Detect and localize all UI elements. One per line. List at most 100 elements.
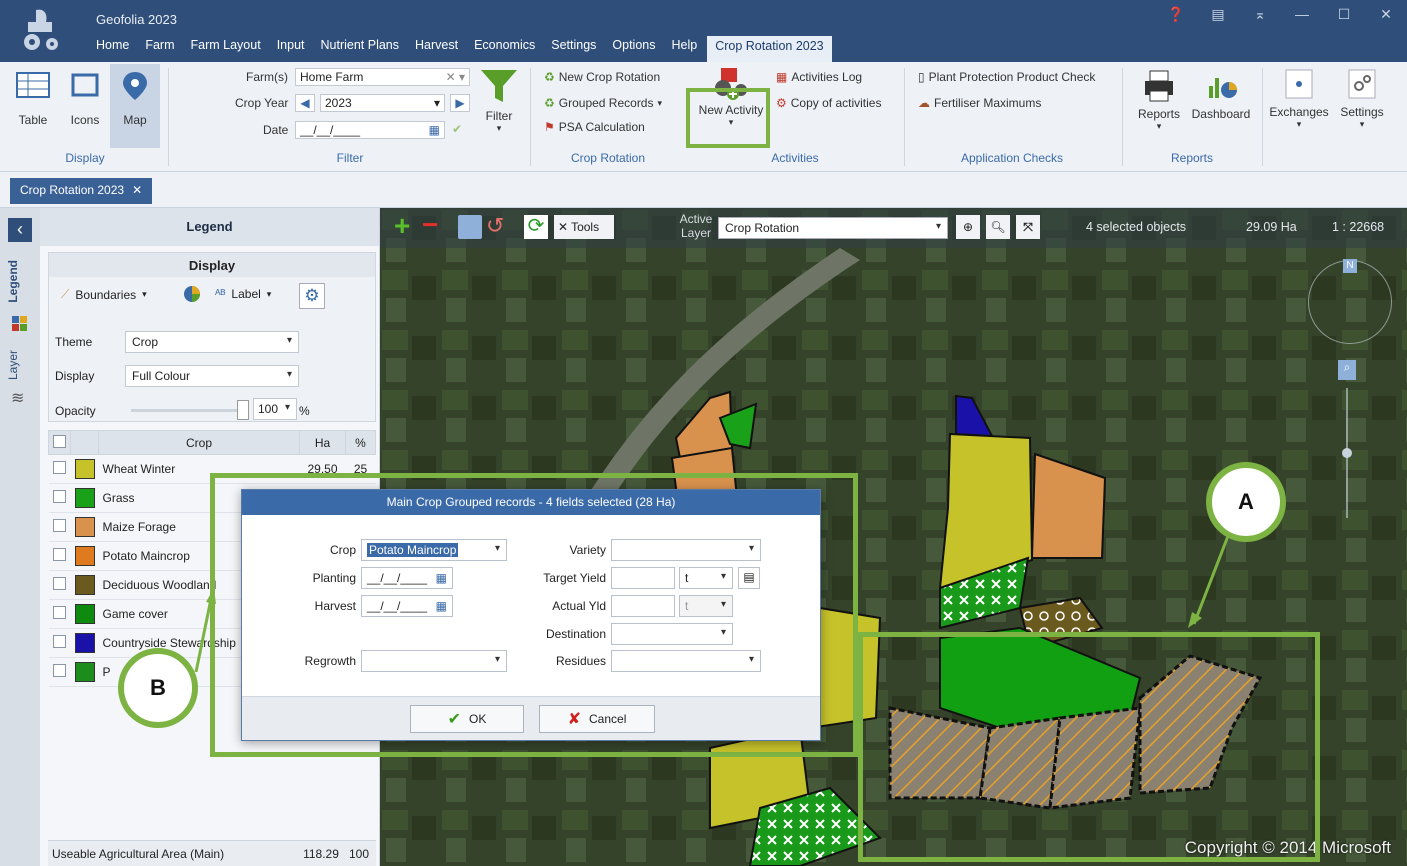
active-layer-select[interactable]: Crop Rotation <box>718 217 948 239</box>
row-checkbox[interactable] <box>53 664 66 677</box>
opacity-slider-thumb[interactable] <box>237 400 249 420</box>
refresh-icon[interactable]: ⟳ <box>524 215 548 239</box>
menu-input[interactable]: Input <box>269 36 313 56</box>
new-crop-rotation-button[interactable]: ♻ New Crop Rotation <box>544 70 660 84</box>
layers-icon[interactable]: ≋ <box>11 388 24 408</box>
collapse-panel-icon[interactable]: ‹ <box>8 218 32 242</box>
pie-chart-icon[interactable] <box>183 285 201 303</box>
separator <box>1122 68 1123 166</box>
north-indicator: N <box>1343 259 1357 273</box>
zoom-slider-thumb[interactable] <box>1342 448 1352 458</box>
harvest-date-field[interactable]: __/__/____ ▦ <box>361 595 453 617</box>
checkmark-icon[interactable]: ✔ <box>452 122 462 136</box>
actual-yld-unit-select[interactable]: t <box>679 595 733 617</box>
target-yield-unit-select[interactable]: t <box>679 567 733 589</box>
undo-icon[interactable]: ↺ <box>486 215 510 239</box>
grouped-records-icon: ♻ <box>544 96 555 110</box>
maximize-icon[interactable]: ☐ <box>1323 6 1365 23</box>
row-checkbox[interactable] <box>53 490 66 503</box>
menu-settings[interactable]: Settings <box>543 36 604 56</box>
row-checkbox[interactable] <box>53 577 66 590</box>
zoom-extent-icon[interactable]: ⤧ <box>1016 215 1040 239</box>
row-checkbox[interactable] <box>53 461 66 474</box>
minimize-icon[interactable]: — <box>1281 6 1323 23</box>
ok-button[interactable]: ✔ OK <box>410 705 524 733</box>
target-yield-input[interactable] <box>611 567 675 589</box>
map-scale: 1 : 22668 <box>1332 220 1385 234</box>
row-checkbox[interactable] <box>53 606 66 619</box>
filter-button[interactable]: Filter ▾ <box>478 66 520 134</box>
ppp-check-button[interactable]: ▯ Plant Protection Product Check <box>918 70 1095 84</box>
exchanges-button[interactable]: Exchanges ▾ <box>1268 68 1330 130</box>
crop-select[interactable]: Potato Maincrop <box>361 539 507 561</box>
help-icon[interactable]: ❓ <box>1155 6 1197 23</box>
tab-layer[interactable]: Layer <box>6 350 20 380</box>
date-field[interactable]: __/__/____ ▦ <box>295 121 445 139</box>
calculator-icon[interactable]: ▤ <box>1197 6 1239 23</box>
select-all-checkbox[interactable] <box>53 434 66 448</box>
next-year-button[interactable]: ▶ <box>450 94 470 112</box>
clear-icon[interactable]: ✕ ▾ <box>446 70 465 84</box>
close-tab-icon[interactable]: ✕ <box>132 183 142 199</box>
boundaries-button[interactable]: ⟋ Boundaries ▾ <box>61 287 147 302</box>
zoom-slider-icon[interactable]: ⌕ <box>1338 360 1356 380</box>
reports-button[interactable]: Reports ▾ <box>1132 68 1186 132</box>
previous-year-button[interactable]: ◀ <box>295 94 315 112</box>
table-button[interactable]: Table <box>12 70 54 127</box>
crop-year-select[interactable]: 2023 ▾ <box>320 94 445 112</box>
fertiliser-maximums-button[interactable]: ☁ Fertiliser Maximums <box>918 96 1041 110</box>
zoom-search-icon[interactable]: 🔍︎ <box>986 215 1010 239</box>
dashboard-button[interactable]: Dashboard <box>1188 68 1254 121</box>
calendar-icon[interactable]: ▦ <box>436 571 447 585</box>
compass[interactable]: N <box>1308 259 1392 344</box>
display-mode-select[interactable]: Full Colour <box>125 365 299 387</box>
calendar-icon[interactable]: ▦ <box>436 599 447 613</box>
close-icon[interactable]: ✕ <box>1365 6 1407 23</box>
menu-nutrient-plans[interactable]: Nutrient Plans <box>313 36 408 56</box>
settings-button[interactable]: Settings ▾ <box>1334 68 1390 130</box>
menu-help[interactable]: Help <box>664 36 706 56</box>
destination-select[interactable] <box>611 623 733 645</box>
activities-log-button[interactable]: ▦ Activities Log <box>776 70 862 84</box>
menu-home[interactable]: Home <box>88 36 137 56</box>
row-checkbox[interactable] <box>53 635 66 648</box>
tab-legend[interactable]: Legend <box>6 260 20 303</box>
cancel-button[interactable]: ✘ Cancel <box>539 705 655 733</box>
regrowth-select[interactable] <box>361 650 507 672</box>
menu-economics[interactable]: Economics <box>466 36 543 56</box>
tab-crop-rotation-2023[interactable]: Crop Rotation 2023 ✕ <box>10 178 153 204</box>
menu-options[interactable]: Options <box>604 36 663 56</box>
row-checkbox[interactable] <box>53 519 66 532</box>
actual-yld-input[interactable] <box>611 595 675 617</box>
farms-select[interactable]: Home Farm ✕ ▾ <box>295 68 470 86</box>
calendar-icon[interactable]: ▦ <box>429 123 440 137</box>
gear-icon[interactable]: ⚙ <box>299 283 325 309</box>
zoom-in-icon[interactable]: ⊕ <box>956 215 980 239</box>
theme-select[interactable]: Crop <box>125 331 299 353</box>
tools-button[interactable]: ✕ Tools <box>554 215 614 239</box>
table-icon <box>16 72 50 98</box>
opacity-input[interactable]: 100 <box>253 398 297 420</box>
row-checkbox[interactable] <box>53 548 66 561</box>
crop-year-label: Crop Year <box>235 96 289 110</box>
menu-farm-layout[interactable]: Farm Layout <box>183 36 269 56</box>
map-button[interactable]: Map <box>110 64 160 148</box>
remove-icon[interactable]: − <box>422 211 446 239</box>
save-icon[interactable] <box>458 215 482 239</box>
calculator-icon[interactable]: ▤ <box>738 567 760 589</box>
opacity-slider-track[interactable] <box>131 400 249 420</box>
residues-select[interactable] <box>611 650 761 672</box>
menu-crop-rotation-2023[interactable]: Crop Rotation 2023 <box>707 36 832 62</box>
planting-date-field[interactable]: __/__/____ ▦ <box>361 567 453 589</box>
menu-farm[interactable]: Farm <box>137 36 182 56</box>
add-icon[interactable]: + <box>394 212 418 240</box>
copy-activities-button[interactable]: ⚙ Copy of activities <box>776 96 881 110</box>
label-button[interactable]: ᴬᴮ Label ▾ <box>215 287 271 301</box>
collapse-ribbon-icon[interactable]: ⌅ <box>1239 6 1281 23</box>
icons-button[interactable]: Icons <box>62 70 108 127</box>
psa-calculation-button[interactable]: ⚑ PSA Calculation <box>544 120 645 134</box>
menu-harvest[interactable]: Harvest <box>407 36 466 56</box>
grouped-records-button[interactable]: ♻ Grouped Records ▾ <box>544 96 662 110</box>
theme-palette-icon[interactable] <box>12 316 28 332</box>
variety-select[interactable] <box>611 539 761 561</box>
